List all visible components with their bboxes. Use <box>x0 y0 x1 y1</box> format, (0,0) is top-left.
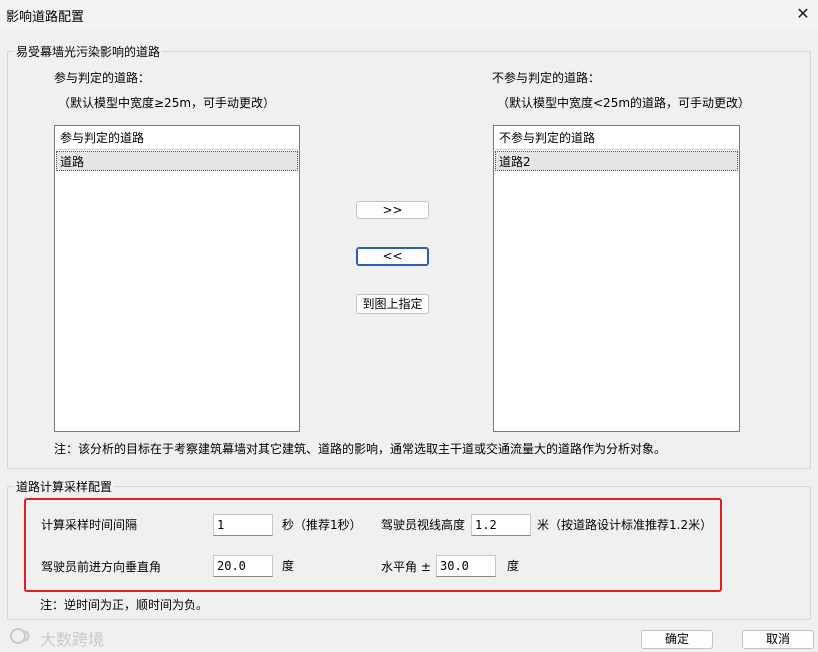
horizontal-angle-label: 水平角 ± <box>381 560 431 574</box>
ok-button[interactable]: 确定 <box>641 630 713 649</box>
included-roads-header[interactable]: 参与判定的道路 <box>56 127 298 150</box>
interval-label: 计算采样时间间隔 <box>41 518 138 532</box>
left-list-hint: （默认模型中宽度≥25m，可手动更改） <box>58 96 276 110</box>
interval-unit: 秒（推荐1秒） <box>282 518 362 532</box>
included-roads-list[interactable]: 参与判定的道路 道路 <box>54 125 300 432</box>
title-bar <box>0 0 818 30</box>
list-item[interactable]: 道路2 <box>495 151 738 171</box>
interval-input[interactable]: 1 <box>213 514 273 536</box>
eye-height-unit: 米（按道路设计标准推荐1.2米） <box>537 518 713 532</box>
right-list-caption: 不参与判定的道路： <box>492 71 601 85</box>
sampling-group-label: 道路计算采样配置 <box>14 478 115 495</box>
vertical-angle-input[interactable]: 20.0 <box>213 555 273 577</box>
eye-height-input[interactable]: 1.2 <box>471 514 531 536</box>
watermark-text: 大数跨境 <box>40 630 105 649</box>
watermark: 大数跨境 <box>8 626 118 649</box>
highlight-box <box>24 498 722 592</box>
sampling-note: 注：逆时间为正，顺时间为负。 <box>40 598 209 612</box>
window-title: 影响道路配置 <box>6 10 85 25</box>
vertical-angle-unit: 度 <box>282 559 295 573</box>
left-list-caption: 参与判定的道路： <box>54 71 151 85</box>
cancel-button[interactable]: 取消 <box>742 630 814 649</box>
excluded-roads-header[interactable]: 不参与判定的道路 <box>495 127 738 150</box>
list-item[interactable]: 道路 <box>56 151 298 171</box>
right-list-hint: （默认模型中宽度<25m的道路，可手动更改） <box>497 96 751 110</box>
roads-group-label: 易受幕墙光污染影响的道路 <box>14 43 163 60</box>
excluded-roads-list[interactable]: 不参与判定的道路 道路2 <box>493 125 740 432</box>
move-right-button[interactable]: >> <box>356 201 429 219</box>
watermark-logo-icon <box>10 628 30 644</box>
eye-height-label: 驾驶员视线高度 <box>381 518 466 532</box>
move-left-button[interactable]: << <box>356 247 429 266</box>
horizontal-angle-unit: 度 <box>507 559 520 573</box>
vertical-angle-label: 驾驶员前进方向垂直角 <box>41 560 162 574</box>
close-button[interactable]: ✕ <box>790 2 816 26</box>
roads-note: 注：该分析的目标在于考察建筑幕墙对其它建筑、道路的影响，通常选取主干道或交通流量… <box>54 442 667 456</box>
horizontal-angle-input[interactable]: 30.0 <box>436 555 496 577</box>
pick-on-map-button[interactable]: 到图上指定 <box>356 294 429 314</box>
